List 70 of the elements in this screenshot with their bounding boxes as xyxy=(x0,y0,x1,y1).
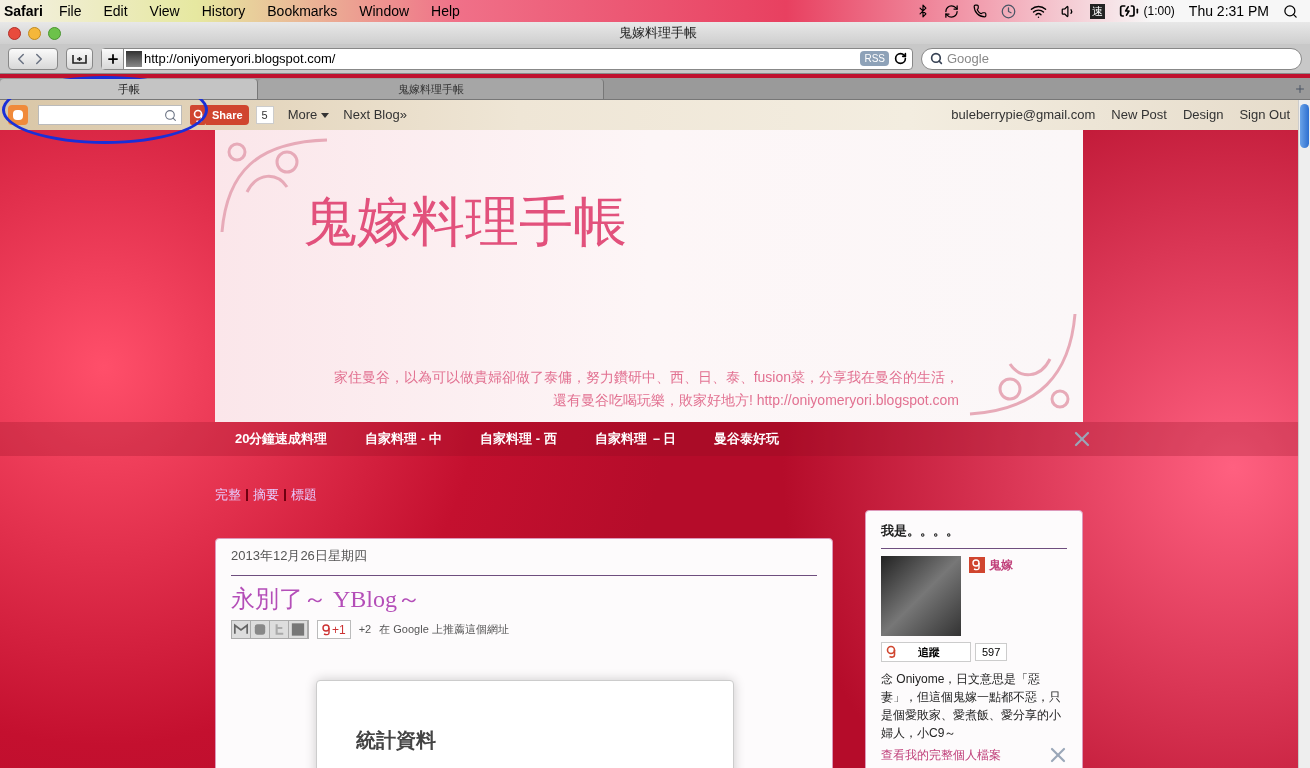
app-menu[interactable]: Safari xyxy=(4,0,43,22)
menu-item[interactable]: History xyxy=(201,0,246,22)
blog-share-icon[interactable] xyxy=(251,621,270,638)
book-icon xyxy=(72,52,87,65)
site-favicon xyxy=(126,50,142,67)
next-blog-link[interactable]: Next Blog» xyxy=(343,105,407,125)
stats-heading: 統計資料 xyxy=(356,728,437,753)
blog-tagline: 還有曼谷吃喝玩樂，敗家好地方! http://oniyomeryori.blogspot.com xyxy=(552,391,959,410)
share-button[interactable]: Share xyxy=(206,105,249,125)
navbar-link[interactable]: Design xyxy=(1182,105,1224,125)
browser-tab[interactable]: 手帳 xyxy=(0,79,258,99)
nav-link[interactable]: 自家料理 - 中 xyxy=(365,429,443,449)
navbar-link[interactable]: New Post xyxy=(1111,105,1167,125)
window-title: 鬼嫁料理手帳 xyxy=(618,24,698,43)
blog-search-field[interactable] xyxy=(38,105,182,125)
facebook-share-icon[interactable] xyxy=(289,621,308,638)
follower-count: 597 xyxy=(975,643,1008,661)
plus-one-button[interactable]: +1 xyxy=(317,620,351,639)
nav-link[interactable]: 20分鐘速成料理 xyxy=(235,429,328,449)
nav-link[interactable]: 自家料理 －日 xyxy=(594,429,677,449)
menu-clock[interactable]: Thu 2:31 PM xyxy=(1188,0,1269,22)
menu-item[interactable]: File xyxy=(58,0,82,22)
menu-item[interactable]: Edit xyxy=(103,0,128,22)
input-method-indicator[interactable]: 速 xyxy=(1090,3,1106,19)
menu-item[interactable]: View xyxy=(149,0,180,22)
profile-bio: 念 Oniyome，日文意思是「惡妻」，但這個鬼嫁一點都不惡，只是個愛敗家、愛煮飯、愛分享的小婦人，小C9～ xyxy=(881,671,1062,742)
caret-icon xyxy=(321,112,330,118)
spotlight-search-icon[interactable] xyxy=(1283,3,1298,19)
minimize-button[interactable] xyxy=(28,26,41,40)
blog-tagline: 家住曼谷，以為可以做貴婦卻做了泰傭，努力鑽研中、西、日、泰、fusion菜，分享我在曼谷的生活， xyxy=(333,368,959,387)
search-icon xyxy=(164,108,177,122)
navbar-link[interactable]: Sign Out xyxy=(1239,105,1290,125)
plus-icon xyxy=(105,51,120,66)
add-bookmark-button[interactable] xyxy=(102,48,124,69)
scrollbar-thumb[interactable] xyxy=(1300,104,1309,148)
profile-name[interactable]: 鬼嫁 xyxy=(989,556,1013,574)
back-forward-control[interactable] xyxy=(8,47,58,70)
nav-link[interactable]: 曼谷泰好玩 xyxy=(714,429,780,449)
close-button[interactable] xyxy=(8,26,21,40)
zoom-button[interactable] xyxy=(48,26,61,40)
sync-icon[interactable] xyxy=(944,3,960,19)
clock-icon[interactable] xyxy=(1001,3,1017,19)
profile-link[interactable]: 查看我的完整個人檔案 xyxy=(881,746,1001,764)
nav-link[interactable]: 自家料理 - 西 xyxy=(480,429,557,449)
plus-one-count: +2 xyxy=(358,622,372,638)
phone-icon[interactable] xyxy=(973,4,988,18)
email-share-icon[interactable] xyxy=(232,621,251,638)
search-icon xyxy=(930,52,943,65)
menu-item[interactable]: Window xyxy=(359,0,410,22)
blogger-logo-icon[interactable] xyxy=(8,105,28,125)
widget-title: 我是。。。。 xyxy=(881,520,1067,549)
reload-icon[interactable] xyxy=(894,52,907,65)
search-input[interactable]: Google xyxy=(947,48,1293,69)
search-field[interactable]: Google xyxy=(921,47,1302,70)
view-link[interactable]: 標題 xyxy=(291,485,317,505)
account-email: buleberrypie@gmail.com xyxy=(951,106,1096,125)
recommend-text: 在 Google 上推薦這個網址 xyxy=(379,622,509,638)
url-text: http://oniyomeryori.blogspot.com/ xyxy=(144,49,336,68)
menu-item[interactable]: Bookmarks xyxy=(267,0,338,22)
browser-tab[interactable]: 鬼嫁料理手帳 xyxy=(258,79,604,99)
share-count: 5 xyxy=(255,106,274,124)
address-field[interactable]: http://oniyomeryori.blogspot.com/ RSS xyxy=(101,47,913,70)
follow-button[interactable]: 追蹤 xyxy=(881,642,971,662)
post-title[interactable]: 永別了～ YBlog～ xyxy=(231,584,817,614)
blog-title: 鬼嫁料理手帳 xyxy=(303,190,627,253)
menu-item[interactable]: Help xyxy=(431,0,460,22)
more-menu[interactable]: More xyxy=(287,105,330,125)
battery-time: (1:00) xyxy=(1143,3,1175,20)
bookmarks-button[interactable] xyxy=(66,47,93,70)
post-date: 2013年12月26日星期四 xyxy=(231,545,817,576)
